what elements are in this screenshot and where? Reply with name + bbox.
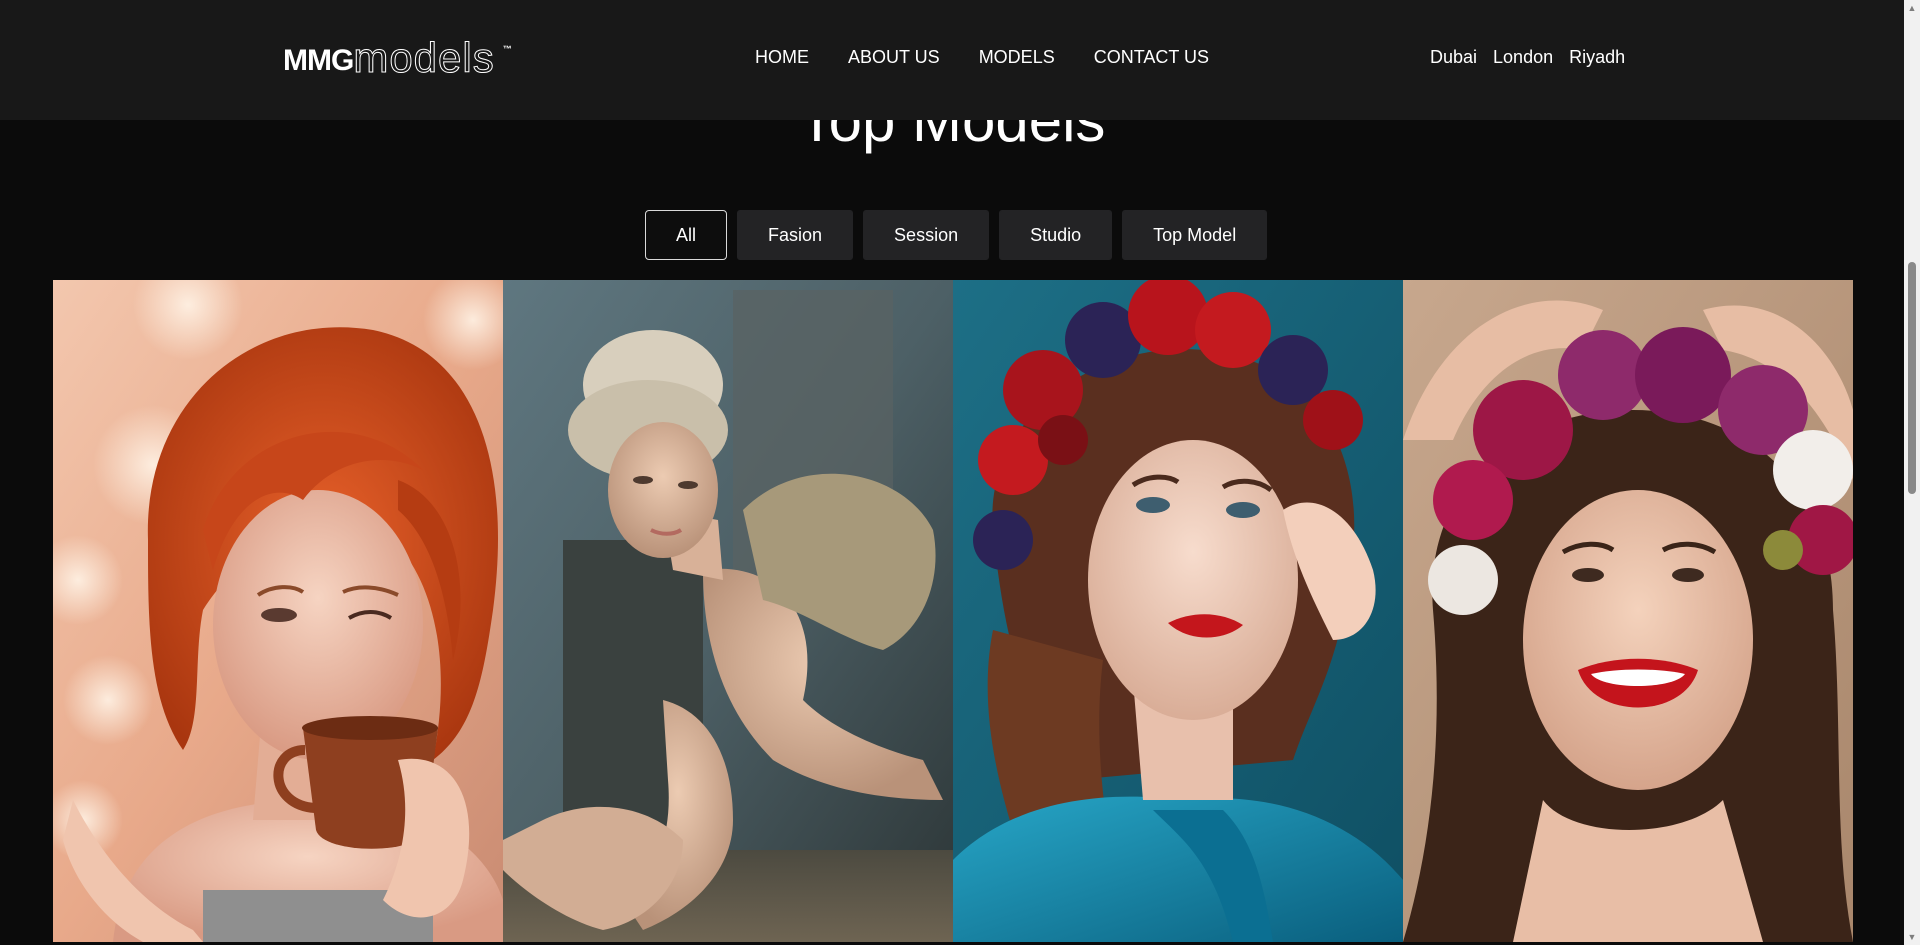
nav-home[interactable]: HOME	[755, 47, 809, 68]
logo-brand-bold: MMG	[283, 44, 354, 77]
model-photo-flower-crown-blue[interactable]	[953, 280, 1403, 942]
nav-about-us[interactable]: ABOUT US	[848, 47, 940, 68]
model-photo-redhead-coffee[interactable]	[53, 280, 503, 942]
city-dubai[interactable]: Dubai	[1430, 47, 1477, 68]
logo-trademark: ™	[502, 44, 512, 54]
city-london[interactable]: London	[1493, 47, 1553, 68]
flower-crown-smile-image	[1403, 280, 1853, 942]
page: Top Models MMG models ™ HOME ABOUT US MO…	[0, 0, 1920, 945]
scroll-up-arrow-icon[interactable]: ▲	[1904, 0, 1920, 16]
logo-brand-light: models	[353, 34, 495, 81]
nav-contact-us[interactable]: CONTACT US	[1094, 47, 1209, 68]
filter-bar: All Fasion Session Studio Top Model	[645, 210, 1277, 260]
filter-studio-button[interactable]: Studio	[999, 210, 1113, 260]
scroll-down-arrow-icon[interactable]: ▼	[1904, 929, 1920, 945]
model-gallery	[53, 280, 1853, 942]
filter-top-model-button[interactable]: Top Model	[1122, 210, 1268, 260]
scrollbar-thumb[interactable]	[1908, 262, 1916, 494]
model-photo-flower-crown-smile[interactable]	[1403, 280, 1853, 942]
page-scrollbar[interactable]: ▲ ▼	[1904, 0, 1920, 945]
flower-crown-blue-image	[953, 280, 1403, 942]
model-photo-blonde-seated[interactable]	[503, 280, 953, 942]
blonde-portrait-image	[503, 280, 953, 942]
city-riyadh[interactable]: Riyadh	[1569, 47, 1625, 68]
main-nav: HOME ABOUT US MODELS CONTACT US	[755, 47, 1248, 68]
redhead-portrait-image	[53, 280, 503, 942]
city-nav: Dubai London Riyadh	[1430, 47, 1641, 68]
filter-session-button[interactable]: Session	[863, 210, 990, 260]
filter-fasion-button[interactable]: Fasion	[737, 210, 854, 260]
site-header: MMG models ™ HOME ABOUT US MODELS CONTAC…	[0, 0, 1904, 120]
nav-models[interactable]: MODELS	[979, 47, 1055, 68]
filter-all-button[interactable]: All	[645, 210, 728, 260]
brand-logo[interactable]: MMG models ™	[283, 34, 512, 84]
